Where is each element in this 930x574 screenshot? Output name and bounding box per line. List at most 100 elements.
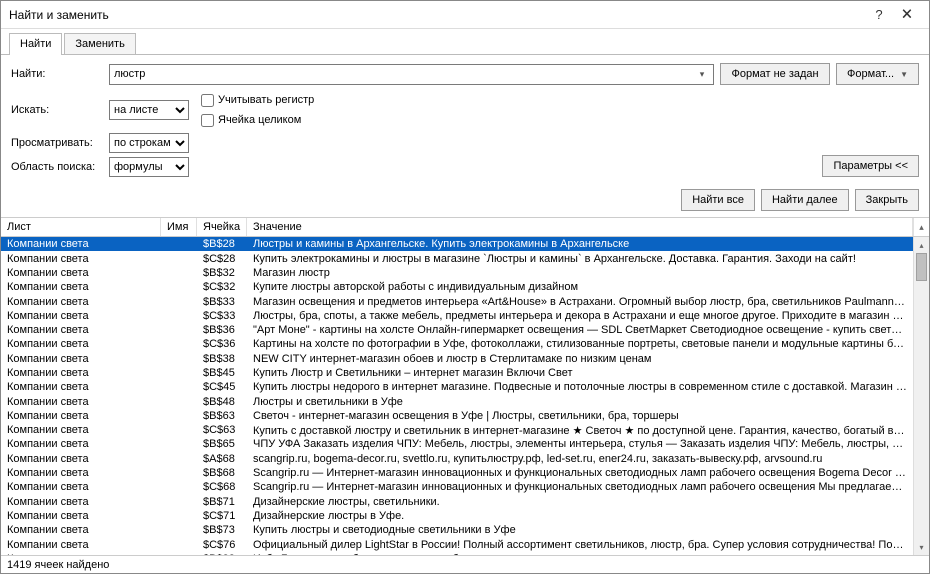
tab-bar: Найти Заменить: [1, 29, 929, 55]
cell-ref: $B$68: [197, 467, 247, 479]
match-case-label: Учитывать регистр: [218, 94, 314, 106]
cell-sheet: Компании света: [1, 267, 161, 279]
table-row[interactable]: Компании света$C$68Scangrip.ru — Интерне…: [1, 480, 913, 494]
help-button[interactable]: ?: [865, 4, 893, 26]
cell-ref: $C$45: [197, 381, 247, 393]
match-case-checkbox[interactable]: [201, 94, 214, 107]
header-scroll-up-icon[interactable]: ▴: [913, 218, 929, 236]
table-row[interactable]: Компании света $B$68Scangrip.ru — Интерне…: [1, 466, 913, 480]
close-button[interactable]: Закрыть: [855, 189, 919, 211]
table-row[interactable]: Компании света$B$28Люстры и камины в Арх…: [1, 237, 913, 251]
chevron-down-icon[interactable]: ▾: [695, 69, 709, 80]
table-row[interactable]: Компании света$C$36Картины на холсте по …: [1, 337, 913, 351]
cell-sheet: Компании света: [1, 453, 161, 465]
table-row[interactable]: Компании света$B$33Магазин освещения и п…: [1, 294, 913, 308]
params-button[interactable]: Параметры <<: [822, 155, 919, 177]
table-row[interactable]: Компании света$B$73Купить люстры и свето…: [1, 523, 913, 537]
col-sheet[interactable]: Лист: [1, 218, 161, 236]
table-row[interactable]: Компании света$B$48Люстры и светильники …: [1, 394, 913, 408]
cell-value: Официальный дилер LightStar в России! По…: [247, 539, 913, 551]
cell-ref: $C$28: [197, 253, 247, 265]
cell-ref: $C$36: [197, 338, 247, 350]
table-row[interactable]: Компании света$C$63Купить с доставкой лю…: [1, 423, 913, 437]
table-row[interactable]: Компании света$C$33Люстры, бра, споты, а…: [1, 309, 913, 323]
cell-ref: $C$68: [197, 481, 247, 493]
results-header: Лист Имя Ячейка Значение ▴: [1, 218, 929, 237]
scroll-track[interactable]: [914, 253, 929, 539]
cell-value: ЧПУ УФА Заказать изделия ЧПУ: Мебель, лю…: [247, 438, 913, 450]
tab-find[interactable]: Найти: [9, 33, 62, 55]
table-row[interactable]: Компании света$B$63Светоч - интернет-маг…: [1, 409, 913, 423]
results-rows[interactable]: Компании света$B$28Люстры и камины в Арх…: [1, 237, 913, 555]
area-label: Область поиска:: [11, 161, 103, 173]
col-value[interactable]: Значение: [247, 218, 913, 236]
table-row[interactable]: Компании света$A$68scangrip.ru, bogema-d…: [1, 452, 913, 466]
table-row[interactable]: Компании света$B$38NEW CITY интернет-маг…: [1, 352, 913, 366]
close-window-button[interactable]: 🗙: [893, 4, 921, 26]
cell-ref: $B$73: [197, 524, 247, 536]
match-case-row[interactable]: Учитывать регистр: [201, 91, 314, 109]
cell-ref: $B$65: [197, 438, 247, 450]
cell-sheet: Компании света: [1, 424, 161, 436]
search-in-label: Искать:: [11, 104, 103, 116]
titlebar: Найти и заменить ? 🗙: [1, 1, 929, 29]
find-all-button[interactable]: Найти все: [681, 189, 755, 211]
table-row[interactable]: Компании света$B$45Купить Люстр и Светил…: [1, 366, 913, 380]
cell-ref: $C$33: [197, 310, 247, 322]
cell-sheet: Компании света: [1, 310, 161, 322]
table-row[interactable]: Компании света$B$36"Арт Моне" - картины …: [1, 323, 913, 337]
cell-sheet: Компании света: [1, 381, 161, 393]
table-row[interactable]: Компании света$C$28Купить электрокамины …: [1, 251, 913, 265]
direction-label: Просматривать:: [11, 137, 103, 149]
cell-sheet: Компании света: [1, 367, 161, 379]
scroll-up-icon[interactable]: ▴: [914, 237, 929, 253]
cell-ref: $C$63: [197, 424, 247, 436]
direction-select[interactable]: по строкам: [109, 133, 189, 153]
table-row[interactable]: Компании света$B$32Магазин люстр: [1, 266, 913, 280]
table-row[interactable]: Компании света$B$71Дизайнерские люстры, …: [1, 495, 913, 509]
cell-sheet: Компании света: [1, 238, 161, 250]
whole-cell-label: Ячейка целиком: [218, 114, 301, 126]
col-name[interactable]: Имя: [161, 218, 197, 236]
results-pane: Лист Имя Ячейка Значение ▴ Компании свет…: [1, 217, 929, 555]
cell-sheet: Компании света: [1, 467, 161, 479]
cell-sheet: Компании света: [1, 296, 161, 308]
table-row[interactable]: Компании света$B$88Изба Белгород - мебел…: [1, 552, 913, 555]
format-button[interactable]: Формат...▼: [836, 63, 919, 85]
cell-value: Купить люстры недорого в интернет магази…: [247, 381, 913, 393]
search-in-select[interactable]: на листе: [109, 100, 189, 120]
whole-cell-checkbox[interactable]: [201, 114, 214, 127]
cell-value: Светоч - интернет-магазин освещения в Уф…: [247, 410, 913, 422]
whole-cell-row[interactable]: Ячейка целиком: [201, 111, 314, 129]
find-input[interactable]: ▾: [109, 64, 714, 85]
cell-ref: $A$68: [197, 453, 247, 465]
cell-ref: $B$48: [197, 396, 247, 408]
cell-value: Люстры и камины в Архангельске. Купить э…: [247, 238, 913, 250]
cell-sheet: Компании света: [1, 281, 161, 293]
search-panel: Найти: ▾ Формат не задан Формат...▼ Иска…: [1, 55, 929, 183]
cell-ref: $B$71: [197, 496, 247, 508]
table-row[interactable]: Компании света $C$45Купить люстры недорог…: [1, 380, 913, 394]
cell-sheet: Компании света: [1, 410, 161, 422]
table-row[interactable]: Компании света$C$76Официальный дилер Lig…: [1, 537, 913, 551]
find-next-button[interactable]: Найти далее: [761, 189, 849, 211]
area-select[interactable]: формулы: [109, 157, 189, 177]
cell-value: Купить Люстр и Светильники – интернет ма…: [247, 367, 913, 379]
scroll-thumb[interactable]: [916, 253, 927, 281]
cell-sheet: Компании света: [1, 253, 161, 265]
col-cell[interactable]: Ячейка: [197, 218, 247, 236]
cell-ref: $B$32: [197, 267, 247, 279]
cell-value: Люстры и светильники в Уфе: [247, 396, 913, 408]
cell-value: Scangrip.ru — Интернет-магазин инновацио…: [247, 467, 913, 479]
table-row[interactable]: Компании света$B$65ЧПУ УФА Заказать изде…: [1, 437, 913, 451]
scroll-down-icon[interactable]: ▾: [914, 539, 929, 555]
cell-value: Картины на холсте по фотографии в Уфе, ф…: [247, 338, 913, 350]
tab-replace[interactable]: Заменить: [64, 33, 135, 55]
find-text[interactable]: [114, 68, 695, 80]
cell-ref: $B$88: [197, 553, 247, 555]
no-format-button[interactable]: Формат не задан: [720, 63, 830, 85]
status-text: 1419 ячеек найдено: [7, 559, 109, 571]
table-row[interactable]: Компании света$C$71Дизайнерские люстры в…: [1, 509, 913, 523]
table-row[interactable]: Компании света$C$32Купите люстры авторск…: [1, 280, 913, 294]
vertical-scrollbar[interactable]: ▴ ▾: [913, 237, 929, 555]
